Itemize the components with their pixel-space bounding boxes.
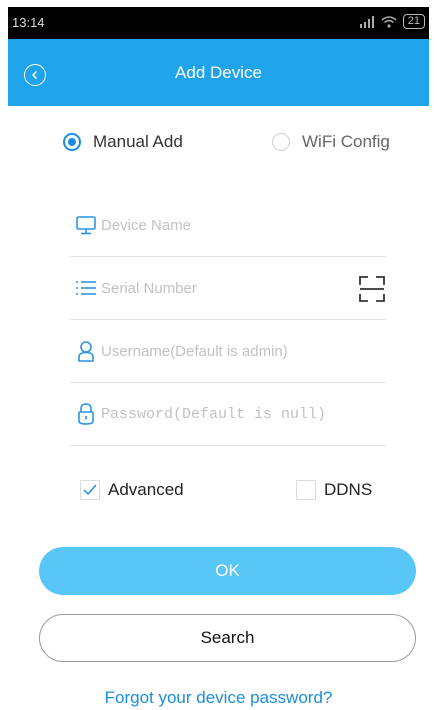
monitor-icon: [75, 214, 97, 236]
status-time: 13:14: [12, 15, 45, 30]
advanced-label: Advanced: [108, 480, 184, 499]
serial-number-input[interactable]: [101, 279, 331, 297]
scan-icon: [359, 276, 385, 302]
ddns-option[interactable]: DDNS: [296, 480, 372, 500]
radio-wifi-config[interactable]: WiFi Config: [272, 132, 390, 152]
ok-button[interactable]: OK: [39, 547, 416, 595]
battery-indicator: 21: [402, 14, 425, 29]
username-input[interactable]: [101, 342, 331, 360]
password-input[interactable]: [101, 405, 331, 423]
add-mode-selector: Manual Add WiFi Config: [8, 132, 429, 158]
radio-button-wifi[interactable]: [272, 133, 290, 151]
radio-label-manual: Manual Add: [93, 132, 183, 151]
radio-label-wifi: WiFi Config: [302, 132, 390, 151]
ddns-checkbox[interactable]: [296, 480, 316, 500]
options-row: Advanced DDNS: [8, 480, 429, 506]
radio-manual-add[interactable]: Manual Add: [63, 132, 183, 152]
password-row: [69, 383, 386, 446]
advanced-option[interactable]: Advanced: [80, 480, 184, 500]
lock-icon: [75, 403, 97, 425]
status-bar: 13:14 21: [8, 7, 429, 39]
radio-button-manual[interactable]: [63, 133, 81, 151]
signal-icon: [359, 15, 374, 28]
page-title: Add Device: [175, 63, 262, 82]
search-button[interactable]: Search: [39, 614, 416, 662]
wifi-icon: [381, 15, 397, 28]
device-form: [69, 194, 386, 446]
scan-qr-button[interactable]: [358, 275, 386, 303]
ddns-label: DDNS: [324, 480, 373, 499]
nav-bar: Add Device: [8, 39, 429, 106]
device-name-input[interactable]: [101, 216, 331, 234]
checkmark-icon: [83, 484, 97, 496]
status-icons: 21: [359, 14, 425, 29]
user-icon: [75, 340, 97, 362]
phone-screen: 13:14 21 Add Device Manual Add WiFi Conf…: [8, 7, 429, 710]
username-row: [69, 320, 386, 383]
device-name-row: [69, 194, 386, 257]
list-icon: [75, 277, 97, 299]
forgot-password-link[interactable]: Forgot your device password?: [8, 688, 429, 708]
serial-number-row: [69, 257, 386, 320]
advanced-checkbox[interactable]: [80, 480, 100, 500]
